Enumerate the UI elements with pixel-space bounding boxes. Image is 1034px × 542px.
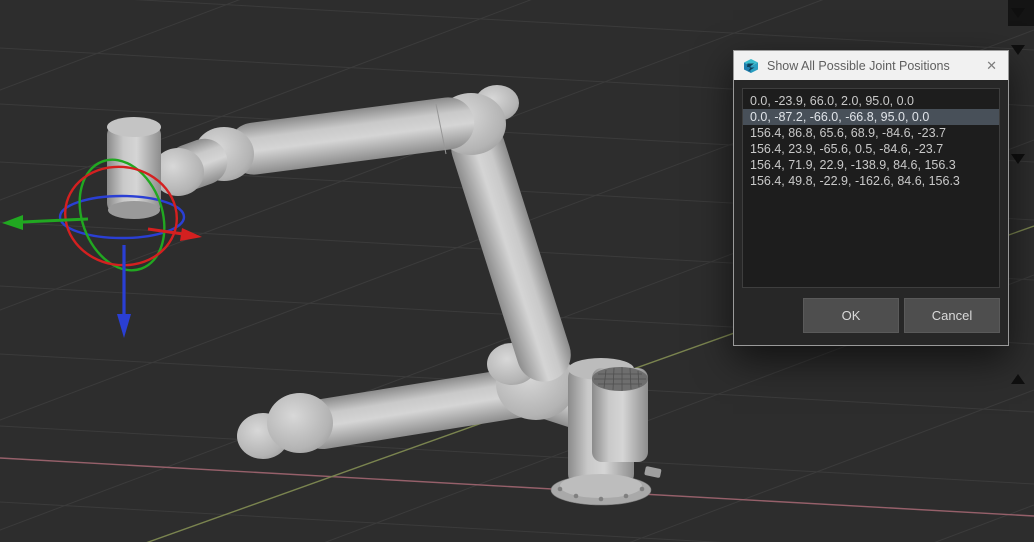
viewport-3d[interactable]: Show All Possible Joint Positions ✕ 0.0,… xyxy=(0,0,1034,542)
joint-row[interactable]: 0.0, -23.9, 66.0, 2.0, 95.0, 0.0 xyxy=(743,93,999,109)
cancel-button[interactable]: Cancel xyxy=(904,298,1000,333)
joint-row[interactable]: 0.0, -87.2, -66.0, -66.8, 95.0, 0.0 xyxy=(743,109,999,125)
robodk-logo-icon xyxy=(742,57,760,75)
gizmo-arrow-x xyxy=(180,228,202,241)
dialog-titlebar[interactable]: Show All Possible Joint Positions ✕ xyxy=(734,51,1008,80)
dialog-buttons: OK Cancel xyxy=(742,298,1000,333)
gizmo-arrow-z xyxy=(117,314,131,338)
collapse-arrow-up-icon[interactable] xyxy=(1011,374,1025,384)
joint-row[interactable]: 156.4, 71.9, 22.9, -138.9, 84.6, 156.3 xyxy=(743,157,999,173)
ok-button[interactable]: OK xyxy=(803,298,899,333)
joint-row[interactable]: 156.4, 49.8, -22.9, -162.6, 84.6, 156.3 xyxy=(743,173,999,189)
robot-arm[interactable] xyxy=(107,85,662,505)
dialog-title: Show All Possible Joint Positions xyxy=(767,59,974,73)
collapse-arrow-down-icon[interactable] xyxy=(1011,45,1025,55)
joint-row[interactable]: 156.4, 23.9, -65.6, 0.5, -84.6, -23.7 xyxy=(743,141,999,157)
dialog-body: 0.0, -23.9, 66.0, 2.0, 95.0, 0.0 0.0, -8… xyxy=(734,80,1008,345)
close-icon[interactable]: ✕ xyxy=(981,58,1002,74)
gizmo-arrow-y xyxy=(2,215,23,230)
joint-positions-dialog: Show All Possible Joint Positions ✕ 0.0,… xyxy=(733,50,1009,346)
joint-positions-list: 0.0, -23.9, 66.0, 2.0, 95.0, 0.0 0.0, -8… xyxy=(742,88,1000,288)
world-axis-x xyxy=(0,458,1034,516)
joint-row[interactable]: 156.4, 86.8, 65.6, 68.9, -84.6, -23.7 xyxy=(743,125,999,141)
collapse-arrow-down-icon[interactable] xyxy=(1011,8,1025,18)
gizmo-axis-y xyxy=(22,219,88,222)
collapse-arrow-down-icon[interactable] xyxy=(1011,154,1025,164)
